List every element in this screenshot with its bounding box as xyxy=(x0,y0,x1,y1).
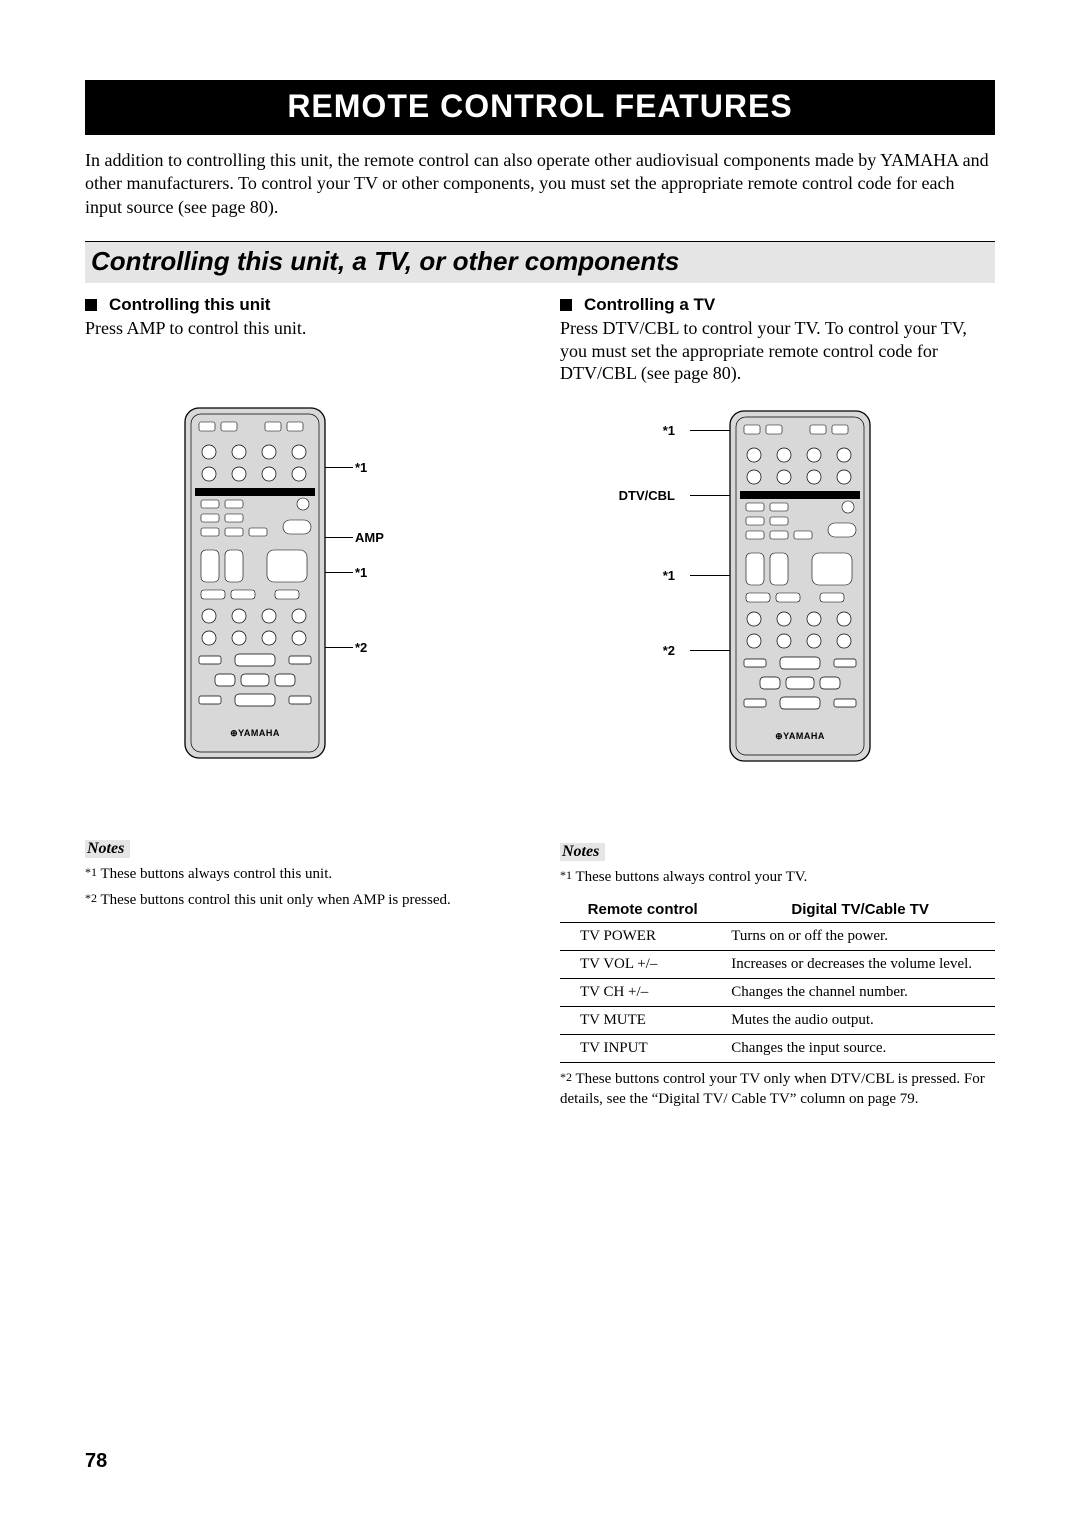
left-note2-text: These buttons control this unit only whe… xyxy=(100,892,450,908)
callout-dtvcbl: DTV/CBL xyxy=(619,488,675,503)
page-banner: REMOTE CONTROL FEATURES xyxy=(85,80,995,135)
callout-star1-top: *1 xyxy=(663,423,675,438)
callout-star2: *2 xyxy=(663,643,675,658)
page-number: 78 xyxy=(85,1450,107,1473)
remote-illustration-left: ⊕YAMAHA xyxy=(175,400,435,770)
cell-desc: Mutes the audio output. xyxy=(725,1006,995,1034)
right-note1: *1 These buttons always control your TV. xyxy=(560,867,995,887)
remote-illustration-right: ⊕YAMAHA xyxy=(720,403,980,773)
table-head-right: Digital TV/Cable TV xyxy=(725,897,995,923)
right-remote-area: *1 DTV/CBL *1 *2 xyxy=(560,403,995,803)
footnote-marker: *2 xyxy=(85,891,97,905)
cell-label: TV VOL +/– xyxy=(560,950,725,978)
right-note2: *2 These buttons control your TV only wh… xyxy=(560,1069,995,1110)
table-row: TV CH +/– Changes the channel number. xyxy=(560,978,995,1006)
bullet-square-icon xyxy=(560,299,572,311)
cell-desc: Turns on or off the power. xyxy=(725,922,995,950)
cell-label: TV MUTE xyxy=(560,1006,725,1034)
right-subhead: Controlling a TV xyxy=(560,295,995,315)
cell-desc: Increases or decreases the volume level. xyxy=(725,950,995,978)
left-remote-area: *1 AMP *1 *2 xyxy=(85,400,520,800)
left-note2: *2 These buttons control this unit only … xyxy=(85,890,520,910)
callout-star1-mid: *1 xyxy=(663,568,675,583)
right-note2-text: These buttons control your TV only when … xyxy=(560,1071,985,1107)
bullet-square-icon xyxy=(85,299,97,311)
left-subhead-text: Controlling this unit xyxy=(109,295,270,314)
cell-label: TV CH +/– xyxy=(560,978,725,1006)
section-title-bar: Controlling this unit, a TV, or other co… xyxy=(85,241,995,283)
right-subhead-text: Controlling a TV xyxy=(584,295,715,314)
left-note1: *1 These buttons always control this uni… xyxy=(85,864,520,884)
section-title: Controlling this unit, a TV, or other co… xyxy=(91,246,679,276)
left-note1-text: These buttons always control this unit. xyxy=(100,866,332,882)
footnote-marker: *1 xyxy=(85,865,97,879)
right-body: Press DTV/CBL to control your TV. To con… xyxy=(560,317,995,385)
cell-desc: Changes the input source. xyxy=(725,1034,995,1062)
table-row: TV VOL +/– Increases or decreases the vo… xyxy=(560,950,995,978)
footnote-marker: *2 xyxy=(560,1070,572,1084)
left-body: Press AMP to control this unit. xyxy=(85,317,520,340)
footnote-marker: *1 xyxy=(560,868,572,882)
tv-control-table: Remote control Digital TV/Cable TV TV PO… xyxy=(560,897,995,1063)
right-note1-text: These buttons always control your TV. xyxy=(575,869,807,885)
column-right: Controlling a TV Press DTV/CBL to contro… xyxy=(560,295,995,1109)
cell-label: TV INPUT xyxy=(560,1034,725,1062)
table-row: TV MUTE Mutes the audio output. xyxy=(560,1006,995,1034)
svg-text:⊕YAMAHA: ⊕YAMAHA xyxy=(775,731,825,741)
table-head-left: Remote control xyxy=(560,897,725,923)
cell-desc: Changes the channel number. xyxy=(725,978,995,1006)
intro-text: In addition to controlling this unit, th… xyxy=(85,149,995,219)
right-notes-head: Notes xyxy=(560,843,605,861)
table-row: TV INPUT Changes the input source. xyxy=(560,1034,995,1062)
left-subhead: Controlling this unit xyxy=(85,295,520,315)
table-row: TV POWER Turns on or off the power. xyxy=(560,922,995,950)
svg-text:⊕YAMAHA: ⊕YAMAHA xyxy=(230,728,280,738)
cell-label: TV POWER xyxy=(560,922,725,950)
left-notes-head: Notes xyxy=(85,840,130,858)
column-left: Controlling this unit Press AMP to contr… xyxy=(85,295,520,1109)
